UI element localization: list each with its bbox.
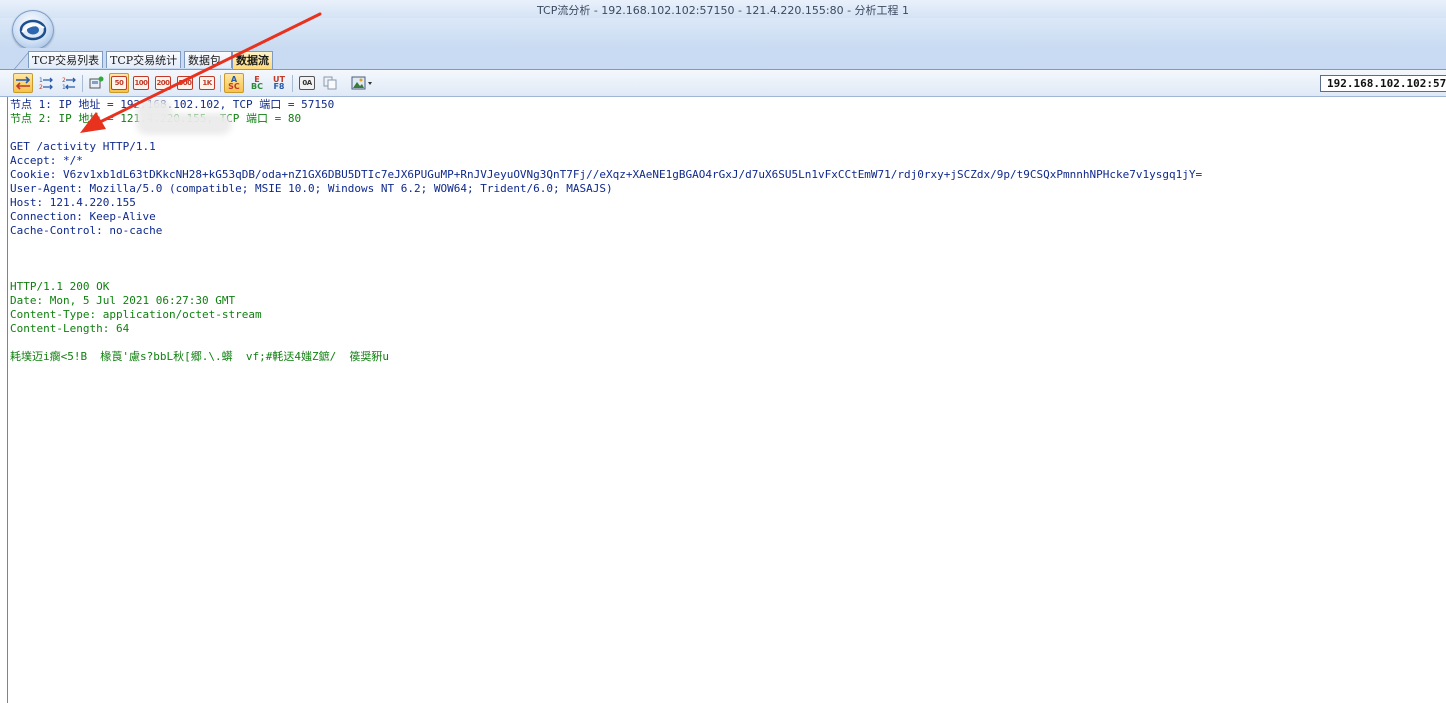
numbered-stream-icon: 1 2 [39,77,53,90]
stream-line [10,336,1446,350]
stream-line: 节点 1: IP 地址 = 192.168.102.102, TCP 端口 = … [10,98,335,111]
ascii-decode-button[interactable]: A SC [224,73,244,93]
tab-label: 数据包 [188,54,221,67]
ascii-decode-icon: A SC [228,76,240,91]
copy-icon [323,76,337,90]
utf8-decode-icon: UT F8 [273,76,285,91]
image-dropdown-button[interactable] [350,73,376,93]
ebcdic-label-bottom: BC [251,82,263,91]
stream-text: 节点 1: IP 地址 = 192.168.102.102, TCP 端口 = … [10,98,1446,364]
reverse-numbered-stream-icon: 2 1 [62,77,76,90]
stream-line [10,252,1446,266]
bidirectional-stream-button[interactable] [13,73,33,93]
copy-button[interactable] [320,73,340,93]
stream-line: Date: Mon, 5 Jul 2021 06:27:30 GMT [10,294,236,307]
stream-line: Cookie: V6zv1xb1dL63tDKkcNH28+kG53qDB/od… [10,168,1203,181]
tab-label: 数据流 [236,54,269,67]
svg-text:2: 2 [39,84,43,90]
node-view-icon [89,76,104,89]
limit-100-icon: 100 [133,76,149,90]
tab-data-stream[interactable]: 数据流 [232,51,273,69]
stream-line: 耗墣迈i瘸<5!B 椽莨'慮s?bbL秋[郷.\.蠎 vf;#軞迗4媸Z鏣/ 篌… [10,350,390,363]
toolbar-separator [82,75,83,92]
toolbar-separator [292,75,293,92]
stream-line: Content-Length: 64 [10,322,130,335]
tab-tcp-transaction-stats[interactable]: TCP交易统计 [106,51,182,68]
stream-line [10,266,1446,280]
image-dropdown-icon [351,76,372,90]
window-title: TCP流分析 - 192.168.102.102:57150 - 121.4.2… [536,4,910,17]
stream-line [10,238,1446,252]
ribbon-band [0,18,1446,48]
numbered-stream-button[interactable]: 1 2 [36,73,56,93]
stream-line: Host: 121.4.220.155 [10,196,136,209]
redaction-blur [140,103,168,117]
stream-line: Accept: */* [10,154,83,167]
stream-line: User-Agent: Mozilla/5.0 (compatible; MSI… [10,182,613,195]
utf8-label-bottom: F8 [273,82,285,91]
stream-line: Connection: Keep-Alive [10,210,156,223]
tab-packets[interactable]: 数据包 [184,51,232,68]
ascii-label-bottom: SC [228,82,240,91]
title-bar: TCP流分析 - 192.168.102.102:57150 - 121.4.2… [0,0,1446,19]
limit-100-button[interactable]: 100 [131,73,151,93]
utf8-decode-button[interactable]: UT F8 [269,73,289,93]
node-view-button[interactable] [86,73,106,93]
stream-line: Cache-Control: no-cache [10,224,163,237]
limit-500-button[interactable]: 500 [175,73,195,93]
tab-label: TCP交易列表 [32,54,100,67]
tab-tcp-transaction-list[interactable]: TCP交易列表 [28,51,104,68]
redaction-blur [140,117,228,131]
limit-200-icon: 200 [155,76,171,90]
tab-label: TCP交易统计 [110,54,178,67]
hex-view-icon: 0A [299,76,315,90]
reverse-numbered-stream-button[interactable]: 2 1 [59,73,79,93]
bidirectional-stream-icon [15,76,31,90]
stream-line: HTTP/1.1 200 OK [10,280,110,293]
limit-1k-button[interactable]: 1K [197,73,217,93]
address-display: 192.168.102.102:57150 [1320,75,1446,92]
svg-text:1: 1 [39,77,43,84]
stream-line: Content-Type: application/octet-stream [10,308,262,321]
ebcdic-decode-button[interactable]: E BC [247,73,267,93]
hex-view-button[interactable]: 0A [297,73,317,93]
limit-50-icon: 50 [111,76,127,90]
limit-500-icon: 500 [177,76,193,90]
toolbar-separator [220,75,221,92]
ebcdic-decode-icon: E BC [251,76,263,91]
stream-line: GET /activity HTTP/1.1 [10,140,156,153]
limit-50-button[interactable]: 50 [109,73,129,93]
app-logo-icon [19,19,47,41]
app-menu-button[interactable] [12,10,54,50]
svg-text:2: 2 [62,77,66,84]
limit-1k-icon: 1K [199,76,215,90]
limit-200-button[interactable]: 200 [153,73,173,93]
